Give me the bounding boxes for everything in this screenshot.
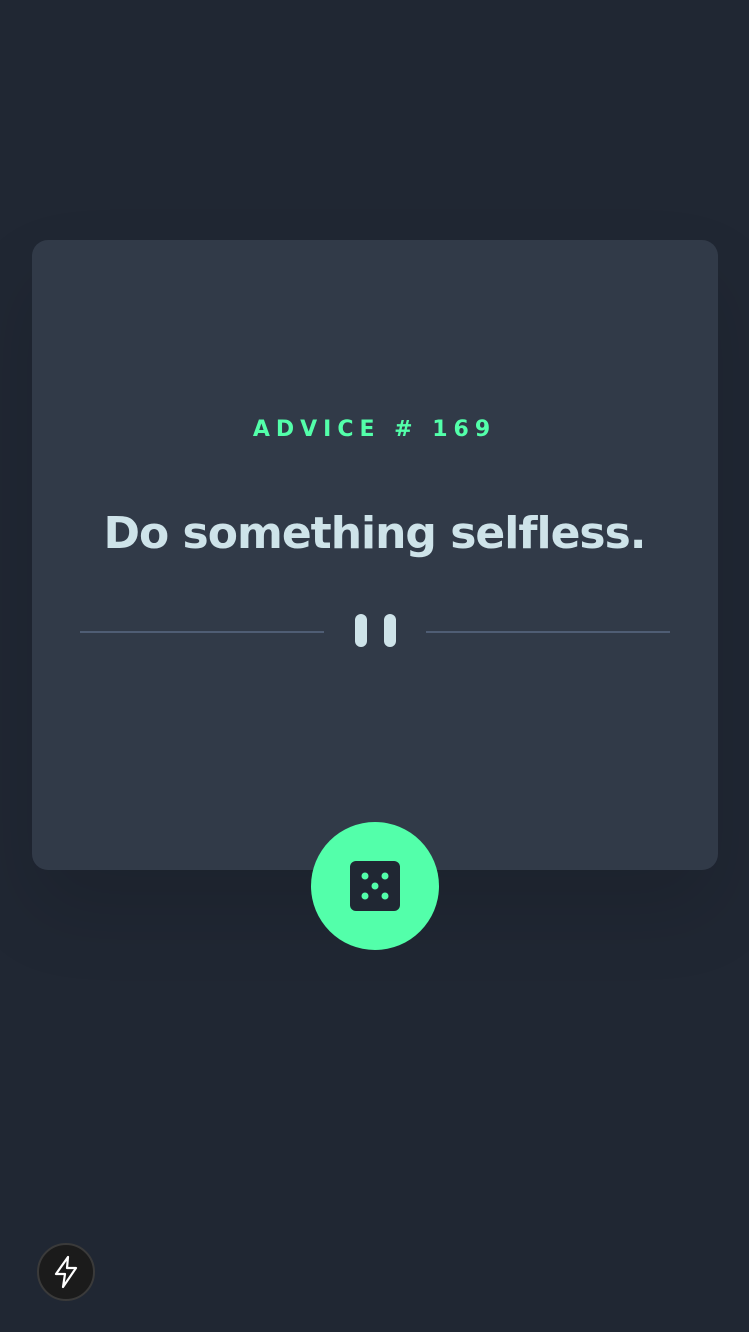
divider-line-right <box>426 631 670 633</box>
divider-line-left <box>80 631 324 633</box>
pause-icon <box>355 614 397 650</box>
lightning-bolt-icon <box>54 1255 78 1289</box>
divider <box>80 610 670 654</box>
new-advice-dice-button[interactable] <box>311 822 439 950</box>
lightning-bolt-button[interactable] <box>37 1243 95 1301</box>
advice-quote: Do something selfless. <box>103 508 646 559</box>
advice-number-label: ADVICE # 169 <box>252 417 497 442</box>
dice-icon <box>350 861 400 911</box>
